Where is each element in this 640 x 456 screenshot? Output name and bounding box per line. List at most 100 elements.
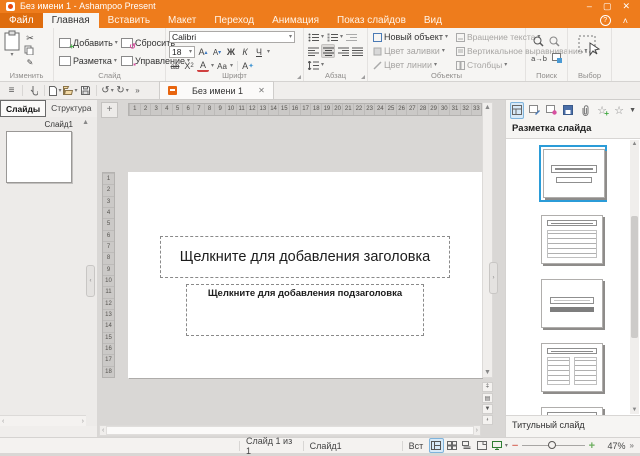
menu-tab-6[interactable]: Показ слайдов (328, 13, 415, 28)
selection-tool-button[interactable] (577, 34, 603, 60)
slideshow-dropdown-caret[interactable]: ▾ (505, 443, 508, 449)
sidebar-options-caret[interactable]: ▼ (629, 107, 636, 114)
redo-button[interactable]: ↻▾ (115, 83, 130, 99)
subscript-button[interactable]: X2 (183, 60, 195, 72)
align-right-button[interactable] (337, 45, 349, 57)
master-edit-icon[interactable] (527, 102, 541, 119)
bullets-dropdown-caret[interactable]: ▾ (321, 34, 324, 40)
help-icon[interactable]: ? (600, 15, 611, 26)
ruler-origin-icon[interactable]: + (101, 102, 118, 118)
right-splitter-handle[interactable]: › (489, 262, 498, 294)
statusbar-overflow-button[interactable]: » (629, 441, 633, 450)
format-painter-icon[interactable]: ✎ (24, 56, 36, 68)
paste-dropdown-caret[interactable]: ▾ (10, 52, 13, 58)
italic-button[interactable]: К (239, 46, 251, 58)
new-object-button[interactable]: Новый объект▾ (371, 31, 450, 44)
document-tab[interactable]: Без имени 1 ✕ (159, 81, 274, 99)
scroll-left-icon[interactable]: ‹ (102, 427, 104, 434)
slide-editing-surface[interactable]: Щелкните для добавления заголовка Щелкни… (128, 172, 482, 378)
menu-tab-5[interactable]: Анимация (263, 13, 328, 28)
menu-tab-2[interactable]: Вставить (99, 13, 159, 28)
open-document-button[interactable]: ▾ (63, 83, 78, 99)
scroll-down-icon[interactable]: ▼ (632, 407, 638, 413)
font-family-select[interactable]: Calibri▾ (169, 31, 295, 43)
tab-outline[interactable]: Структура (46, 100, 96, 117)
slideshow-button[interactable] (490, 438, 505, 453)
scroll-left-icon[interactable]: ‹ (2, 418, 4, 425)
normal-view-button[interactable] (429, 438, 444, 453)
bullets-button[interactable] (307, 31, 319, 43)
search-icon[interactable] (533, 36, 544, 47)
search-next-icon[interactable] (549, 36, 560, 47)
canvas-vertical-scrollbar[interactable]: ▲ ▼ (482, 102, 493, 378)
line-color-button[interactable]: Цвет линии▾ (371, 59, 439, 72)
scroll-down-icon[interactable]: ▼ (484, 369, 491, 376)
slide-sorter-view-button[interactable] (444, 438, 459, 453)
font-color-dropdown-caret[interactable]: ▾ (211, 63, 214, 69)
browse-slides-button[interactable]: ▤ (482, 393, 493, 403)
copy-icon[interactable] (24, 45, 36, 55)
collapse-ribbon-icon[interactable]: ˄ (623, 16, 628, 26)
zoom-out-button[interactable]: − (512, 440, 518, 452)
canvas-horizontal-scrollbar[interactable]: ‹ › (99, 425, 481, 436)
undo-button[interactable]: ↺▾ (100, 83, 115, 99)
touch-mode-icon[interactable] (26, 83, 41, 99)
slide-layout-tab-icon[interactable] (510, 102, 524, 119)
save-button[interactable] (78, 83, 93, 99)
font-color-button[interactable]: A (197, 60, 209, 72)
save-design-icon[interactable] (561, 102, 575, 119)
underline-dropdown-caret[interactable]: ▾ (267, 49, 270, 55)
menu-tab-3[interactable]: Макет (159, 13, 205, 28)
menu-tab-file[interactable]: Файл (0, 13, 43, 28)
layout-list-scrollbar[interactable]: ▲ ▼ (630, 140, 639, 414)
zoom-slider-knob[interactable] (548, 441, 556, 449)
underline-button[interactable]: Ч (253, 46, 265, 58)
font-size-select[interactable]: 18▾ (169, 46, 195, 58)
zoom-slider[interactable] (522, 445, 584, 446)
line-spacing-button[interactable] (307, 59, 319, 71)
scroll-right-icon[interactable]: › (82, 418, 84, 425)
cut-icon[interactable]: ✂ (24, 32, 36, 44)
new-document-button[interactable]: ▾ (48, 83, 63, 99)
slide-layout-button[interactable]: Разметка▾ (57, 55, 117, 68)
close-button[interactable]: ✕ (622, 0, 630, 13)
favorites-icon[interactable]: ☆ (612, 102, 626, 119)
paste-button[interactable]: ▾ (3, 30, 21, 68)
subtitle-placeholder[interactable]: Щелкните для добавления подзаголовка (186, 284, 424, 336)
search-in-slides-icon[interactable] (552, 53, 562, 63)
menu-tab-4[interactable]: Переход (205, 13, 263, 28)
menu-tab-1[interactable]: Главная (43, 13, 99, 28)
scrollbar-track[interactable] (106, 426, 473, 435)
strikethrough-button[interactable]: ab (169, 60, 181, 72)
grow-font-button[interactable]: A▴ (197, 46, 209, 58)
layout-thumbnail-section[interactable] (539, 277, 607, 330)
scroll-up-icon[interactable]: ▲ (484, 104, 491, 111)
toolbar-overflow-button[interactable]: » (130, 83, 145, 99)
change-case-dropdown-caret[interactable]: ▾ (230, 63, 233, 69)
align-center-button[interactable] (321, 44, 335, 58)
fill-color-button[interactable]: Цвет заливки▾ (371, 45, 447, 58)
scroll-right-icon[interactable]: › (476, 427, 478, 434)
tab-slides[interactable]: Слайды (0, 100, 46, 117)
align-left-button[interactable] (307, 45, 319, 57)
document-tab-close-icon[interactable]: ✕ (258, 86, 265, 95)
next-slide-button[interactable]: ⍖ (482, 415, 493, 425)
slide-thumbnail[interactable] (6, 131, 72, 183)
layout-thumbnail-two-content[interactable] (539, 341, 607, 394)
insert-mode-indicator[interactable]: Вст (409, 441, 424, 451)
attachment-icon[interactable] (578, 102, 592, 119)
scroll-up-icon[interactable]: ▲ (632, 141, 638, 147)
line-spacing-dropdown-caret[interactable]: ▾ (321, 62, 324, 68)
replace-button[interactable]: a→b (531, 54, 547, 63)
notes-view-button[interactable] (459, 438, 474, 453)
font-dialog-launcher[interactable] (297, 75, 301, 79)
shrink-font-button[interactable]: A▾ (211, 46, 223, 58)
menu-tab-7[interactable]: Вид (415, 13, 451, 28)
justify-button[interactable] (351, 45, 363, 57)
layout-thumbnail-title[interactable] (539, 145, 607, 202)
panel-scroll-up-icon[interactable]: ▲ (82, 119, 89, 126)
main-menu-icon[interactable]: ≡ (4, 83, 19, 99)
title-placeholder[interactable]: Щелкните для добавления заголовка (160, 236, 450, 278)
previous-slide-button[interactable]: ⍏ (482, 382, 493, 392)
paragraph-dialog-launcher[interactable] (361, 75, 365, 79)
